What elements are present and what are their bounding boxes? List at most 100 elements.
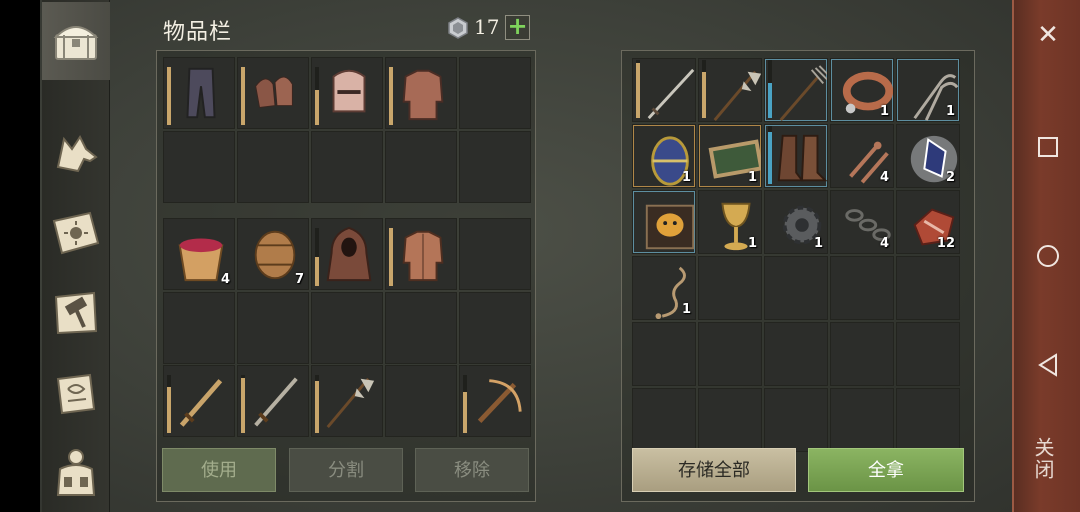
hotbar-slot[interactable] — [459, 365, 531, 437]
container-slot[interactable] — [632, 190, 696, 254]
container-slot[interactable]: 4 — [830, 124, 894, 188]
bag-slot-empty[interactable] — [163, 292, 235, 364]
tab-character[interactable] — [42, 434, 110, 512]
durability-bar — [463, 375, 467, 433]
container-slot[interactable]: 1 — [896, 58, 960, 122]
container-slot-empty[interactable] — [896, 322, 960, 386]
trousers-icon — [186, 67, 216, 119]
hammer-map-icon — [54, 291, 98, 335]
great-helm-icon — [332, 69, 366, 113]
container-slot-empty[interactable] — [830, 322, 894, 386]
equipment-slot-empty[interactable] — [385, 131, 457, 203]
container-slot[interactable]: 1 — [632, 124, 696, 188]
equipment-slot[interactable] — [163, 57, 235, 129]
bag-slot[interactable] — [385, 218, 457, 290]
recents-button[interactable] — [1028, 127, 1068, 167]
container-slot[interactable]: 1 — [698, 124, 762, 188]
bag-slot[interactable]: 4 — [163, 218, 235, 290]
bag-slot[interactable]: 7 — [237, 218, 309, 290]
bag-slot-empty[interactable] — [237, 292, 309, 364]
container-slot-empty[interactable] — [830, 388, 894, 452]
home-button[interactable] — [1028, 236, 1068, 276]
bag-slot[interactable] — [311, 218, 383, 290]
durability-bar — [315, 228, 319, 286]
close-x-button[interactable]: ✕ — [1028, 15, 1068, 55]
iron-sword-icon — [254, 377, 298, 427]
container-slot[interactable] — [698, 58, 762, 122]
container-slot[interactable]: 1 — [830, 58, 894, 122]
bag-slot-empty[interactable] — [459, 292, 531, 364]
bag-slot-empty[interactable] — [311, 292, 383, 364]
container-slot-empty[interactable] — [632, 388, 696, 452]
durability-bar — [315, 67, 319, 125]
item-quantity: 2 — [945, 170, 955, 185]
bag-slot-empty[interactable] — [385, 292, 457, 364]
container-slot-empty[interactable] — [764, 256, 828, 320]
hotbar-slot[interactable] — [237, 365, 309, 437]
container-slot[interactable]: 1 — [632, 256, 696, 320]
store-all-button[interactable]: 存储全部 — [632, 448, 796, 492]
item-quantity: 1 — [747, 170, 757, 185]
durability-bar — [768, 126, 772, 184]
item-quantity: 1 — [681, 302, 691, 317]
hotbar-grid — [163, 365, 531, 437]
take-all-button[interactable]: 全拿 — [808, 448, 964, 492]
add-gems-button[interactable]: + — [505, 14, 530, 40]
container-slot-empty[interactable] — [896, 388, 960, 452]
equipment-slot[interactable] — [311, 57, 383, 129]
container-slot-empty[interactable] — [698, 256, 762, 320]
container-slot-empty[interactable] — [896, 256, 960, 320]
hotbar-slot[interactable] — [311, 365, 383, 437]
crossbow-icon — [477, 379, 522, 423]
close-label[interactable]: 关闭 — [1031, 437, 1058, 481]
tab-skills[interactable] — [42, 194, 110, 272]
split-button[interactable]: 分割 — [289, 448, 403, 492]
chainmail-shirt-icon — [402, 69, 444, 121]
container-slot[interactable] — [632, 58, 696, 122]
equipment-slot[interactable] — [237, 57, 309, 129]
equipment-slot-empty[interactable] — [237, 131, 309, 203]
item-quantity: 12 — [936, 236, 955, 251]
container-slot-empty[interactable] — [632, 322, 696, 386]
bag-slot-empty[interactable] — [459, 218, 531, 290]
durability-bar — [241, 375, 245, 433]
screen-edge — [0, 0, 40, 512]
longsword-icon — [647, 68, 695, 120]
container-slot[interactable]: 2 — [896, 124, 960, 188]
equipment-slot-empty[interactable] — [459, 131, 531, 203]
container-slot[interactable]: 1 — [764, 190, 828, 254]
equipment-slot-empty[interactable] — [459, 57, 531, 129]
container-slot[interactable] — [764, 124, 828, 188]
container-slot-empty[interactable] — [830, 256, 894, 320]
container-slot-empty[interactable] — [698, 322, 762, 386]
tab-pets[interactable] — [42, 114, 110, 192]
container-slot[interactable] — [764, 58, 828, 122]
tab-inventory[interactable] — [42, 2, 110, 80]
tab-quests[interactable] — [42, 354, 110, 432]
durability-bar — [167, 67, 171, 125]
durability-bar — [167, 375, 171, 433]
hotbar-slot-empty[interactable] — [385, 365, 457, 437]
durability-bar — [389, 67, 393, 125]
item-quantity: 4 — [879, 236, 889, 251]
hotbar-slot[interactable] — [163, 365, 235, 437]
container-slot-empty[interactable] — [698, 388, 762, 452]
tab-crafting[interactable] — [42, 274, 110, 352]
back-button[interactable] — [1028, 345, 1068, 385]
item-quantity: 4 — [879, 170, 889, 185]
system-nav-bar: ✕ — [1012, 0, 1080, 512]
halberd-icon — [713, 70, 761, 121]
gem-count: 17 — [474, 15, 500, 39]
container-slot[interactable]: 12 — [896, 190, 960, 254]
container-slot[interactable]: 1 — [698, 190, 762, 254]
equipment-slot[interactable] — [385, 57, 457, 129]
container-slot-empty[interactable] — [764, 322, 828, 386]
use-button[interactable]: 使用 — [162, 448, 276, 492]
container-slot[interactable]: 4 — [830, 190, 894, 254]
pitchfork-icon — [779, 65, 827, 121]
equipment-slot-empty[interactable] — [311, 131, 383, 203]
wolf-icon — [56, 135, 98, 173]
container-slot-empty[interactable] — [764, 388, 828, 452]
remove-button[interactable]: 移除 — [415, 448, 529, 492]
equipment-slot-empty[interactable] — [163, 131, 235, 203]
